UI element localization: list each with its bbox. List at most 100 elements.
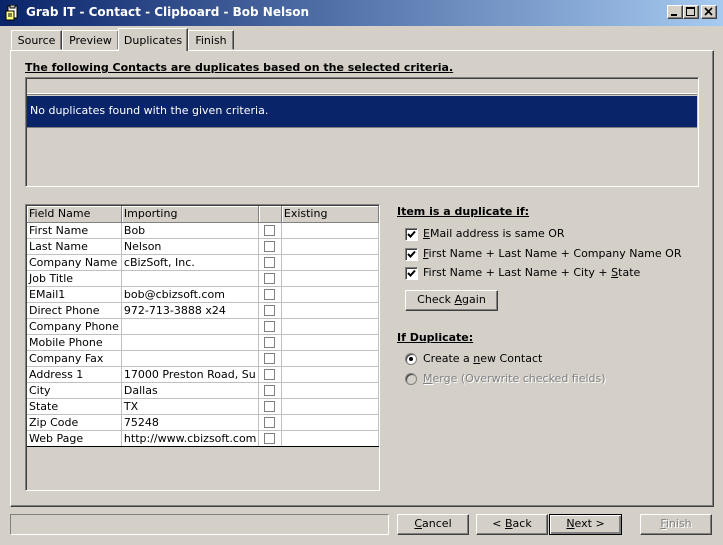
importing-value-cell[interactable]: 17000 Preston Road, Su: [121, 366, 260, 383]
tab-source[interactable]: Source: [11, 30, 62, 50]
duplicates-list[interactable]: No duplicates found with the given crite…: [25, 77, 699, 187]
importing-value-cell[interactable]: 75248: [121, 414, 260, 431]
importing-value-cell[interactable]: [121, 318, 260, 335]
field-name-cell[interactable]: Web Page: [27, 430, 122, 447]
existing-value-cell[interactable]: [281, 382, 379, 399]
existing-value-cell[interactable]: [281, 302, 379, 319]
importing-value-cell[interactable]: TX: [121, 398, 260, 415]
check-again-button[interactable]: Check Again: [405, 290, 498, 311]
existing-value-cell[interactable]: [281, 222, 379, 239]
finish-button[interactable]: Finish: [640, 514, 712, 535]
table-row[interactable]: City Dallas: [27, 382, 379, 399]
overwrite-checkbox[interactable]: [264, 257, 276, 268]
existing-value-cell[interactable]: [281, 270, 379, 287]
overwrite-checkbox-cell[interactable]: [258, 366, 282, 383]
overwrite-checkbox-cell[interactable]: [258, 414, 282, 431]
overwrite-checkbox[interactable]: [264, 417, 276, 428]
tab-duplicates[interactable]: Duplicates: [118, 28, 188, 51]
overwrite-checkbox-cell[interactable]: [258, 238, 282, 255]
importing-value-cell[interactable]: [121, 270, 260, 287]
checkbox[interactable]: [405, 248, 418, 261]
radio-button[interactable]: [405, 353, 417, 365]
checkbox[interactable]: [405, 228, 418, 241]
table-row[interactable]: Mobile Phone: [27, 334, 379, 351]
overwrite-checkbox[interactable]: [264, 353, 276, 364]
importing-value-cell[interactable]: 972-713-3888 x24: [121, 302, 260, 319]
overwrite-checkbox[interactable]: [264, 433, 276, 444]
back-button[interactable]: < Back: [476, 514, 548, 535]
existing-value-cell[interactable]: [281, 318, 379, 335]
table-row[interactable]: Web Page http://www.cbizsoft.com: [27, 430, 379, 447]
cancel-button[interactable]: Cancel: [397, 514, 469, 535]
overwrite-checkbox-cell[interactable]: [258, 430, 282, 447]
importing-value-cell[interactable]: http://www.cbizsoft.com: [121, 430, 260, 447]
next-button[interactable]: Next >: [549, 514, 622, 535]
overwrite-checkbox-cell[interactable]: [258, 222, 282, 239]
field-name-cell[interactable]: Mobile Phone: [27, 334, 122, 351]
overwrite-checkbox-cell[interactable]: [258, 398, 282, 415]
field-grid[interactable]: Field Name Importing Existing First Name…: [25, 204, 380, 491]
overwrite-checkbox[interactable]: [264, 289, 276, 300]
field-name-cell[interactable]: Company Phone: [27, 318, 122, 335]
overwrite-checkbox[interactable]: [264, 225, 276, 236]
overwrite-checkbox-cell[interactable]: [258, 254, 282, 271]
column-header-field-name[interactable]: Field Name: [27, 206, 122, 223]
importing-value-cell[interactable]: cBizSoft, Inc.: [121, 254, 260, 271]
duplicates-list-header[interactable]: [27, 79, 697, 95]
field-name-cell[interactable]: State: [27, 398, 122, 415]
field-name-cell[interactable]: Last Name: [27, 238, 122, 255]
close-button[interactable]: [701, 5, 717, 19]
field-name-cell[interactable]: Company Name: [27, 254, 122, 271]
tab-finish[interactable]: Finish: [188, 30, 234, 50]
existing-value-cell[interactable]: [281, 430, 379, 447]
field-name-cell[interactable]: Job Title: [27, 270, 122, 287]
table-row[interactable]: Direct Phone 972-713-3888 x24: [27, 302, 379, 319]
existing-value-cell[interactable]: [281, 398, 379, 415]
existing-value-cell[interactable]: [281, 254, 379, 271]
overwrite-checkbox-cell[interactable]: [258, 286, 282, 303]
table-row[interactable]: First Name Bob: [27, 222, 379, 239]
column-header-existing[interactable]: Existing: [281, 206, 379, 223]
field-name-cell[interactable]: Address 1: [27, 366, 122, 383]
importing-value-cell[interactable]: Bob: [121, 222, 260, 239]
overwrite-checkbox[interactable]: [264, 305, 276, 316]
table-row[interactable]: Company Fax: [27, 350, 379, 367]
existing-value-cell[interactable]: [281, 286, 379, 303]
field-name-cell[interactable]: Zip Code: [27, 414, 122, 431]
importing-value-cell[interactable]: bob@cbizsoft.com: [121, 286, 260, 303]
overwrite-checkbox-cell[interactable]: [258, 270, 282, 287]
importing-value-cell[interactable]: Dallas: [121, 382, 260, 399]
table-row[interactable]: Zip Code 75248: [27, 414, 379, 431]
overwrite-checkbox-cell[interactable]: [258, 350, 282, 367]
overwrite-checkbox-cell[interactable]: [258, 302, 282, 319]
overwrite-checkbox[interactable]: [264, 401, 276, 412]
importing-value-cell[interactable]: Nelson: [121, 238, 260, 255]
field-name-cell[interactable]: EMail1: [27, 286, 122, 303]
existing-value-cell[interactable]: [281, 366, 379, 383]
table-row[interactable]: Company Phone: [27, 318, 379, 335]
column-header-checkbox[interactable]: [258, 206, 282, 223]
overwrite-checkbox[interactable]: [264, 241, 276, 252]
existing-value-cell[interactable]: [281, 334, 379, 351]
title-bar[interactable]: Grab IT - Contact - Clipboard - Bob Nels…: [0, 0, 723, 26]
duplicates-message[interactable]: No duplicates found with the given crite…: [27, 96, 697, 127]
tab-preview[interactable]: Preview: [62, 30, 119, 50]
field-name-cell[interactable]: Company Fax: [27, 350, 122, 367]
minimize-button[interactable]: [667, 5, 683, 19]
column-header-importing[interactable]: Importing: [121, 206, 260, 223]
overwrite-checkbox[interactable]: [264, 321, 276, 332]
existing-value-cell[interactable]: [281, 238, 379, 255]
table-row[interactable]: Company Name cBizSoft, Inc.: [27, 254, 379, 271]
table-row[interactable]: Job Title: [27, 270, 379, 287]
table-row[interactable]: Last Name Nelson: [27, 238, 379, 255]
radio-button[interactable]: [405, 373, 417, 385]
overwrite-checkbox-cell[interactable]: [258, 334, 282, 351]
table-row[interactable]: Address 1 17000 Preston Road, Su: [27, 366, 379, 383]
overwrite-checkbox[interactable]: [264, 337, 276, 348]
field-name-cell[interactable]: City: [27, 382, 122, 399]
overwrite-checkbox-cell[interactable]: [258, 318, 282, 335]
checkbox[interactable]: [405, 267, 418, 280]
field-name-cell[interactable]: First Name: [27, 222, 122, 239]
overwrite-checkbox-cell[interactable]: [258, 382, 282, 399]
field-name-cell[interactable]: Direct Phone: [27, 302, 122, 319]
